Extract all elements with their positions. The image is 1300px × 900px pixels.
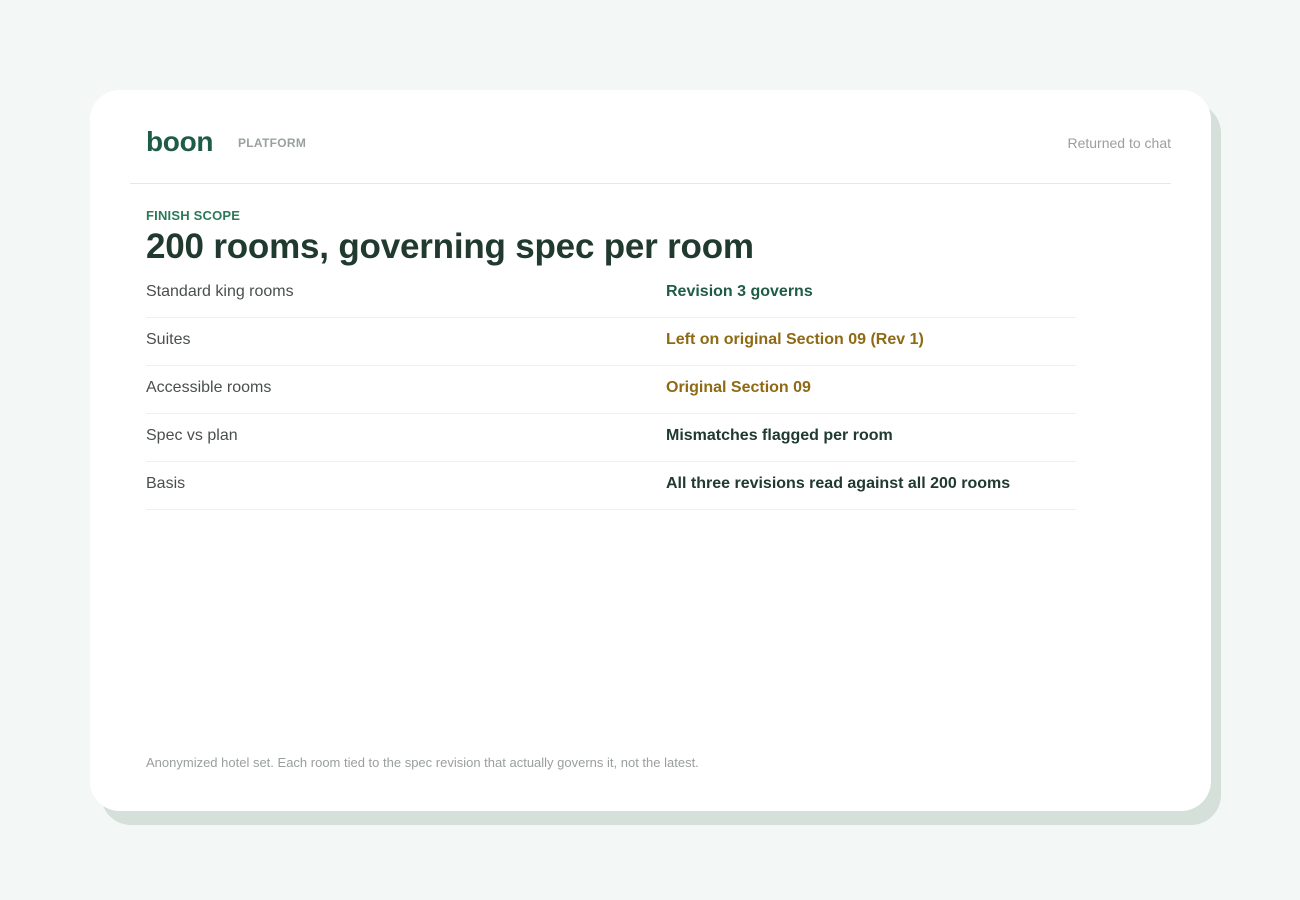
row-value: Left on original Section 09 (Rev 1) xyxy=(666,331,924,348)
section-title: 200 rooms, governing spec per room xyxy=(146,227,754,266)
table-row: Spec vs plan Mismatches flagged per room xyxy=(146,414,1076,462)
row-label: Accessible rooms xyxy=(146,379,272,396)
table-row: Standard king rooms Revision 3 governs xyxy=(146,270,1076,318)
boon-logo: boon xyxy=(146,126,214,157)
table-row: Basis All three revisions read against a… xyxy=(146,462,1076,510)
table-row: Suites Left on original Section 09 (Rev … xyxy=(146,318,1076,366)
row-value: Mismatches flagged per room xyxy=(666,427,893,444)
footnote: Anonymized hotel set. Each room tied to … xyxy=(146,755,699,770)
product-label: PLATFORM xyxy=(238,136,307,150)
status-text: Returned to chat xyxy=(1067,135,1171,151)
row-value: All three revisions read against all 200… xyxy=(666,475,1011,492)
card-header: boon PLATFORM Returned to chat xyxy=(130,90,1171,184)
row-label: Spec vs plan xyxy=(146,427,238,444)
section-eyebrow: FINISH SCOPE xyxy=(146,208,241,223)
row-label: Suites xyxy=(146,331,191,348)
row-label: Basis xyxy=(146,475,186,492)
scope-table: Standard king rooms Revision 3 governs S… xyxy=(146,270,1076,510)
finish-scope-card: boon PLATFORM Returned to chat FINISH SC… xyxy=(90,90,1211,811)
row-value: Revision 3 governs xyxy=(666,283,813,300)
table-row: Accessible rooms Original Section 09 xyxy=(146,366,1076,414)
row-value: Original Section 09 xyxy=(666,379,811,396)
row-label: Standard king rooms xyxy=(146,283,294,300)
